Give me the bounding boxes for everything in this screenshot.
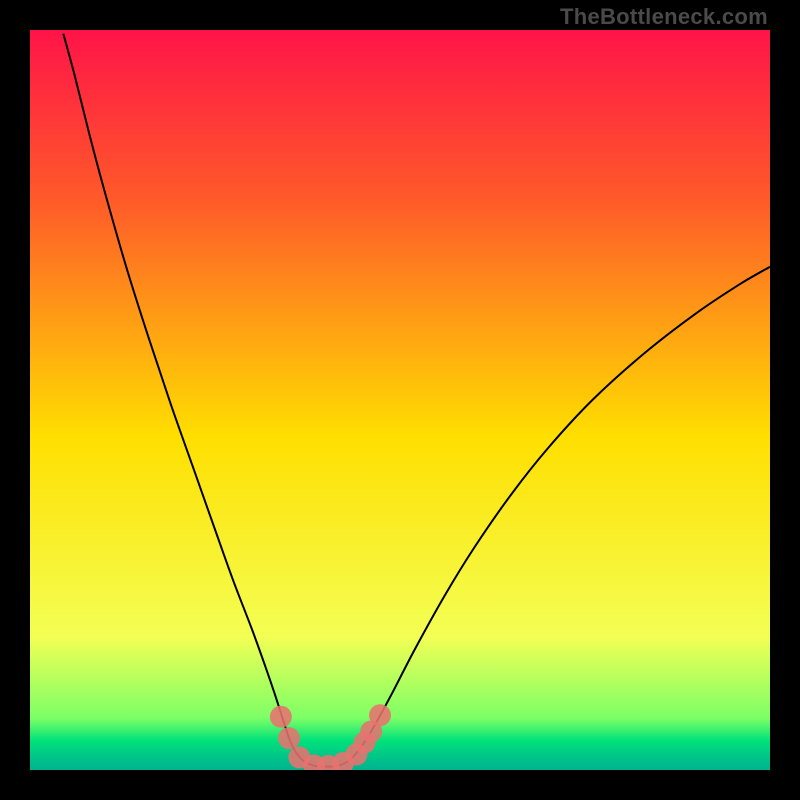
plot-area (30, 30, 770, 770)
outer-frame: TheBottleneck.com (0, 0, 800, 800)
gradient-background (30, 30, 770, 770)
watermark-text: TheBottleneck.com (560, 4, 768, 30)
curve-marker (270, 706, 292, 728)
curve-marker (369, 704, 391, 726)
curve-marker (278, 727, 300, 749)
chart-svg (30, 30, 770, 770)
